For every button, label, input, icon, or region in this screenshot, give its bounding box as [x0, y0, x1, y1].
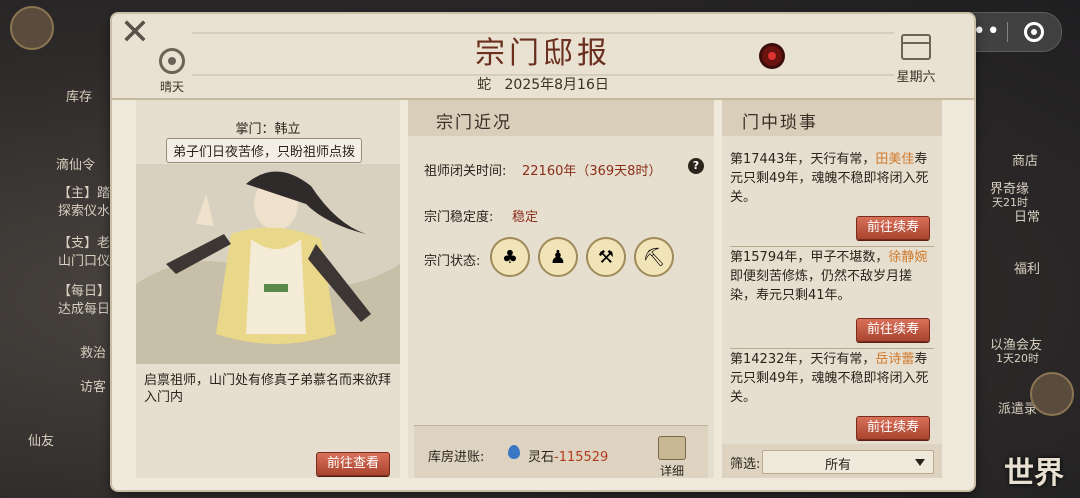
divider [730, 348, 934, 349]
affair-text: 第14232年，天行有常， [730, 352, 876, 367]
right-hud: 商店 界奇缘 天21时 日常 福利 以渔会友 1天20时 派遣录 [970, 0, 1080, 498]
section-header: 门中琐事 [722, 100, 942, 136]
disciple-name[interactable]: 田美佳 [875, 152, 914, 167]
elders-status-icon[interactable]: ♟ [538, 237, 578, 277]
seal-icon [762, 46, 782, 66]
hud-item: 达成每日 [58, 302, 111, 317]
ledger-item-name: 灵石 [528, 450, 555, 465]
hud-item[interactable]: 滴仙令 [56, 154, 95, 173]
ledger-bar: 库房进账: 灵石-115529 详细 [414, 425, 708, 478]
hud-item[interactable]: 商店 [1012, 150, 1038, 169]
affair-item: 第15794年，甲子不堪数，徐静婉即便刻苦修炼，仍然不敌岁月搓染，寿元只剩41年… [730, 248, 934, 305]
status-label: 宗门状态: [424, 254, 481, 269]
sect-affairs-column: 门中琐事 第17443年，天行有常，田美佳寿元只剩49年，魂魄不稳即将闭入死关。… [722, 100, 942, 478]
affair-item: 第14232年，天行有常，岳诗蕾寿元只剩49年，魂魄不稳即将闭入死关。 [730, 350, 934, 407]
spirit-stone-icon [508, 445, 520, 459]
sect-gazette-panel: ✕ 晴天 宗门邸报 蛇 2025年8月16日 星期六 掌门：韩立 弟子们日夜苦修… [112, 14, 974, 490]
filter-bar: 筛选: 所有 [722, 444, 942, 478]
scroll-icon [658, 436, 686, 460]
stability-value: 稳定 [512, 210, 539, 225]
go-view-button[interactable]: 前往查看 [316, 452, 391, 476]
date-text: 2025年8月16日 [504, 77, 609, 93]
speech-bubble: 弟子们日夜苦修，只盼祖师点拨 [166, 138, 363, 163]
weekday-label: 星期六 [896, 70, 936, 85]
divider [730, 246, 934, 247]
hud-item[interactable]: 福利 [1014, 258, 1040, 277]
extend-life-button[interactable]: 前往续寿 [856, 416, 931, 440]
hud-item[interactable]: 库存 [66, 86, 92, 105]
avatar[interactable] [10, 6, 54, 50]
section-title: 宗门近况 [436, 113, 512, 133]
stability-label: 宗门稳定度: [424, 210, 494, 225]
disciple-status-icon[interactable]: ♣ [490, 237, 530, 277]
retreat-value: 22160年（369天8时） [522, 164, 662, 179]
weekday-indicator: 星期六 [888, 34, 944, 94]
sect-status-column: 宗门近况 祖师闭关时间: 22160年（369天8时） ? 宗门稳定度: 稳定 … [408, 100, 714, 478]
close-miniprogram-button[interactable] [1008, 22, 1062, 42]
affair-text: 即便刻苦修炼，仍然不敌岁月搓染，寿元只剩41年。 [730, 269, 913, 303]
hud-item: 探索仪水 [58, 204, 111, 219]
retreat-label: 祖师闭关时间: [424, 164, 507, 179]
play-icon[interactable] [1030, 372, 1074, 416]
affair-text: 第17443年，天行有常， [730, 152, 876, 167]
extend-life-button[interactable]: 前往续寿 [856, 216, 931, 240]
disciple-name[interactable]: 徐静婉 [888, 250, 927, 265]
page-title: 宗门邸报 [475, 36, 611, 71]
hud-item: 1天20时 [996, 352, 1039, 365]
ledger-entry: 灵石-115529 [528, 446, 608, 465]
filter-select[interactable]: 所有 [762, 450, 934, 474]
extend-life-button[interactable]: 前往续寿 [856, 318, 931, 342]
hud-item[interactable]: 仙友 [28, 430, 54, 449]
hammer-status-icon[interactable]: ⚒ [586, 237, 626, 277]
leader-column: 掌门：韩立 弟子们日夜苦修，只盼祖师点拨 启禀祖师，山门处有修真子弟慕名而来欲拜… [136, 100, 400, 478]
filter-value: 所有 [824, 458, 851, 473]
hud-item[interactable]: 救治 [80, 342, 106, 361]
zodiac-year: 蛇 [477, 77, 492, 93]
detail-label: 详细 [659, 464, 684, 478]
left-hud: 库存 滴仙令 【主】踏歌 探索仪水 【支】老道 山门口仪 【每日】日 达成每日 … [0, 0, 123, 498]
filter-label: 筛选: [730, 457, 761, 472]
sect-notice: 启禀祖师，山门处有修真子弟慕名而来欲拜入门内 [144, 373, 392, 405]
detail-button[interactable]: 详细 [654, 436, 690, 479]
hud-item: 山门口仪 [58, 254, 111, 269]
hud-item[interactable]: 日常 [1014, 206, 1040, 225]
calendar-icon [901, 34, 931, 60]
hud-item[interactable]: 访客 [80, 376, 106, 395]
affair-item: 第17443年，天行有常，田美佳寿元只剩49年，魂魄不稳即将闭入死关。 [730, 150, 934, 207]
mining-status-icon[interactable]: ⛏ [634, 237, 674, 277]
sect-leader-portrait [136, 164, 400, 364]
section-title: 门中琐事 [742, 113, 818, 133]
world-chat-button[interactable]: 世界 [1004, 448, 1064, 492]
ledger-label: 库房进账: [428, 450, 485, 465]
target-icon [1024, 22, 1045, 42]
sect-leader-label: 掌门：韩立 [235, 122, 301, 137]
panel-header: ✕ 晴天 宗门邸报 蛇 2025年8月16日 星期六 [112, 14, 974, 100]
chevron-down-icon [915, 459, 925, 466]
section-header: 宗门近况 [408, 100, 714, 136]
affair-text: 第15794年，甲子不堪数， [730, 250, 889, 265]
disciple-name[interactable]: 岳诗蕾 [875, 352, 914, 367]
date-line: 蛇 2025年8月16日 [112, 74, 974, 94]
help-icon[interactable]: ? [688, 158, 704, 174]
ledger-value: -115529 [554, 450, 609, 465]
